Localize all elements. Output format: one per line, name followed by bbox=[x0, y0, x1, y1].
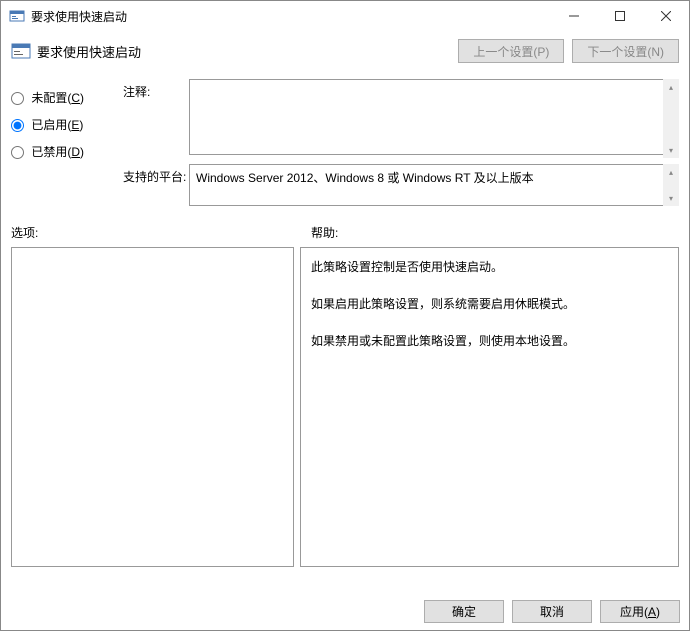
next-setting-button[interactable]: 下一个设置(N) bbox=[572, 39, 679, 63]
state-radio-group: 未配置(C) 已启用(E) 已禁用(D) bbox=[11, 79, 123, 212]
ok-button[interactable]: 确定 bbox=[424, 600, 504, 623]
help-text-1: 此策略设置控制是否使用快速启动。 bbox=[311, 256, 668, 279]
apply-button[interactable]: 应用(A) bbox=[600, 600, 680, 623]
scroll-down-icon[interactable]: ▾ bbox=[663, 190, 679, 206]
radio-enabled[interactable]: 已启用(E) bbox=[11, 116, 123, 133]
comment-input[interactable] bbox=[189, 79, 679, 155]
titlebar: 要求使用快速启动 bbox=[1, 1, 689, 31]
header: 要求使用快速启动 上一个设置(P) 下一个设置(N) bbox=[1, 31, 689, 71]
scroll-down-icon[interactable]: ▾ bbox=[663, 142, 679, 158]
help-label: 帮助: bbox=[311, 224, 679, 241]
header-title: 要求使用快速启动 bbox=[37, 42, 450, 61]
prev-setting-button[interactable]: 上一个设置(P) bbox=[458, 39, 564, 63]
close-button[interactable] bbox=[643, 1, 689, 31]
platform-scrollbar[interactable]: ▴ ▾ bbox=[663, 164, 679, 206]
help-text-3: 如果禁用或未配置此策略设置，则使用本地设置。 bbox=[311, 330, 668, 353]
options-panel bbox=[11, 247, 294, 567]
radio-disabled[interactable]: 已禁用(D) bbox=[11, 143, 123, 160]
policy-icon bbox=[11, 41, 31, 61]
radio-not-configured[interactable]: 未配置(C) bbox=[11, 89, 123, 106]
minimize-button[interactable] bbox=[551, 1, 597, 31]
scroll-up-icon[interactable]: ▴ bbox=[663, 164, 679, 180]
maximize-button[interactable] bbox=[597, 1, 643, 31]
help-text-2: 如果启用此策略设置，则系统需要启用休眠模式。 bbox=[311, 293, 668, 316]
platform-value: Windows Server 2012、Windows 8 或 Windows … bbox=[189, 164, 679, 206]
comment-scrollbar[interactable]: ▴ ▾ bbox=[663, 79, 679, 158]
window-title: 要求使用快速启动 bbox=[31, 8, 551, 25]
help-panel: 此策略设置控制是否使用快速启动。 如果启用此策略设置，则系统需要启用休眠模式。 … bbox=[300, 247, 679, 567]
footer: 确定 取消 应用(A) bbox=[0, 591, 690, 631]
platform-label: 支持的平台: bbox=[123, 164, 189, 206]
comment-label: 注释: bbox=[123, 79, 189, 158]
options-label: 选项: bbox=[11, 224, 311, 241]
cancel-button[interactable]: 取消 bbox=[512, 600, 592, 623]
scroll-up-icon[interactable]: ▴ bbox=[663, 79, 679, 95]
app-icon bbox=[9, 8, 25, 24]
